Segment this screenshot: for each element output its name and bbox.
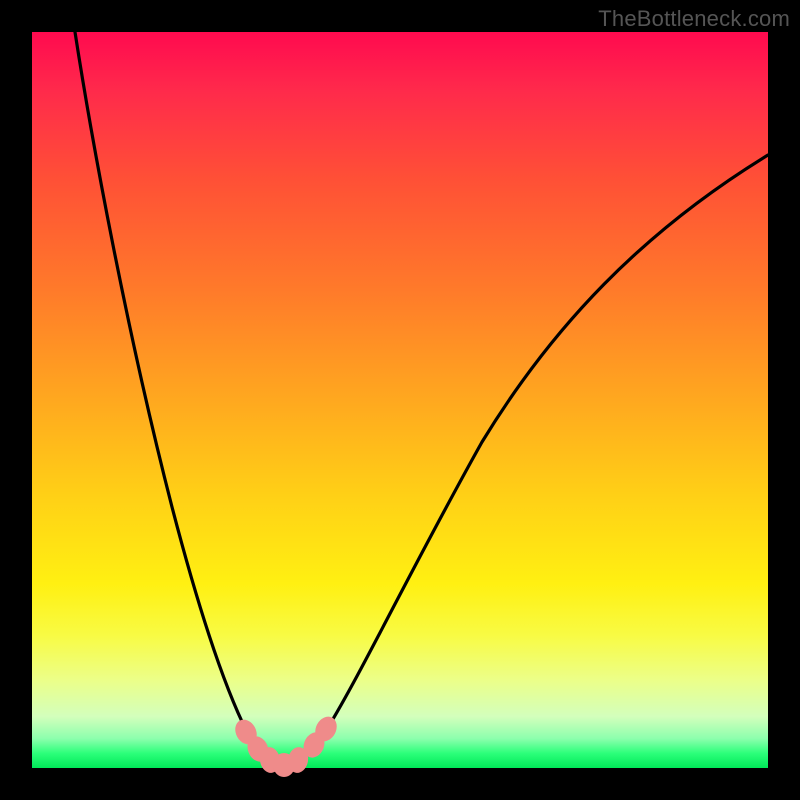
curve-svg: [32, 32, 768, 768]
chart-frame: TheBottleneck.com: [0, 0, 800, 800]
bottleneck-curve: [75, 32, 768, 765]
watermark-text: TheBottleneck.com: [598, 6, 790, 32]
marker-group: [231, 713, 341, 777]
plot-area: [32, 32, 768, 768]
